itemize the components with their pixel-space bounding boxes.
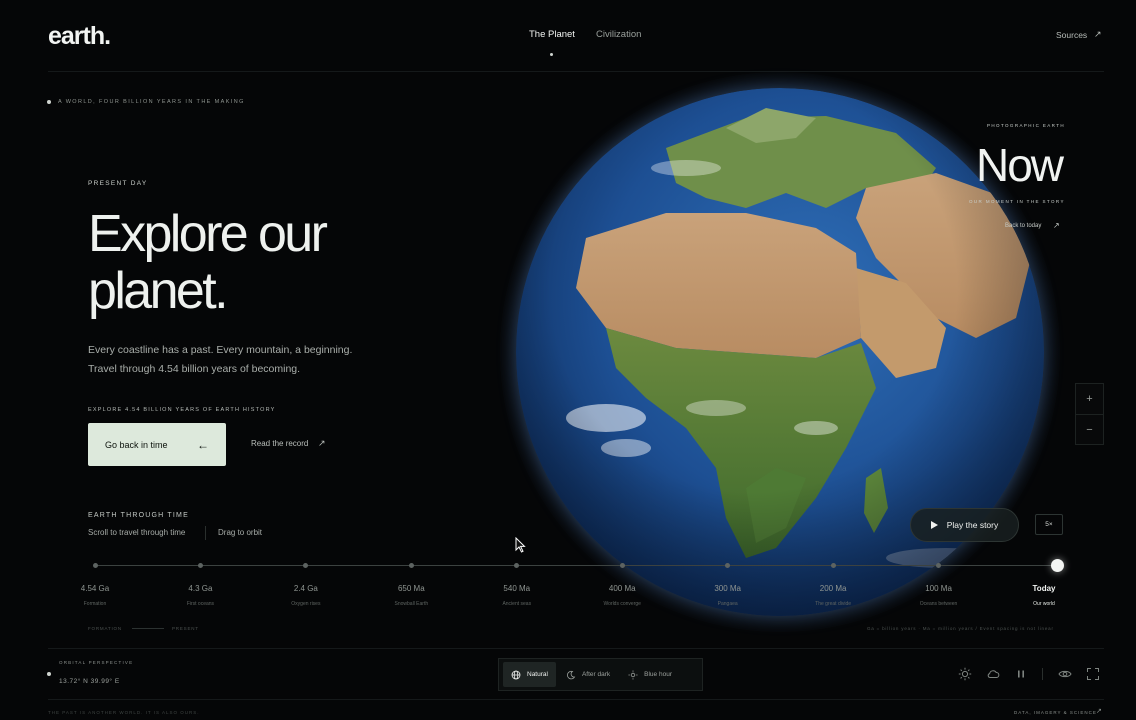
timeline-stop-label[interactable]: 300 Ma [683,584,773,593]
timeline-title: EARTH THROUGH TIME [88,512,189,519]
timeline-handle[interactable] [1050,559,1064,572]
orbital-bullet [47,672,51,676]
scroll-hint: Scroll to travel through time [88,528,186,537]
timeline-stop-label[interactable]: 540 Ma [472,584,562,593]
timeline-stop-label[interactable]: 2.4 Ga [261,584,351,593]
cloud-icon[interactable] [986,667,1000,681]
arrow-left-icon: ← [197,437,209,452]
go-back-label: Go back in time [105,439,168,450]
go-back-in-time-button[interactable]: Go back in time ← [88,423,226,466]
timeline-stop-caption: First oceans [186,601,215,607]
external-arrow-icon[interactable]: ↗ [318,438,326,449]
timeline-stop-dot[interactable] [830,563,836,568]
timeline-stop-caption: Worlds converge [603,601,641,607]
header-divider [48,71,1104,72]
controls-divider [1042,668,1043,680]
sun-dim-icon [628,670,638,679]
timeline-start-label: FORMATION [88,626,122,631]
sources-link[interactable]: Sources [1056,30,1087,40]
globe-icon [511,670,521,679]
orbital-perspective-label: ORBITAL PERSPECTIVE [59,660,134,665]
timeline-stop-caption: Formation [83,601,107,607]
external-arrow-icon[interactable]: ↗ [1096,707,1102,715]
timeline-mini-line [132,628,164,629]
page-title: Explore our planet. [88,206,418,320]
fullscreen-icon[interactable] [1086,667,1100,681]
drag-hint: Drag to orbit [218,528,263,537]
timeline-stop-dot[interactable] [408,563,414,568]
headline-line-2: planet. [88,262,229,320]
mode-blue-hour-label: Blue hour [644,671,672,678]
mode-after-dark-label: After dark [581,671,611,678]
nav-active-indicator [550,53,553,56]
timeline-stop-label[interactable]: 650 Ma [366,584,456,593]
timeline-end-label: PRESENT [172,626,199,631]
timeline-stop-label[interactable]: 4.54 Ga [50,584,140,593]
zoom-controls: + − [1075,383,1104,445]
mouse-cursor-icon [515,537,526,553]
view-mode-switcher: Natural After dark Blue hour [498,658,703,691]
hint-divider [205,526,206,540]
eyebrow-present-day: PRESENT DAY [88,180,148,187]
timeline-stop-label[interactable]: 4.3 Ga [155,584,245,593]
timeline-stop-label[interactable]: 200 Ma [788,584,878,593]
timeline-stop-caption: Snowball Earth [394,601,429,607]
eye-icon[interactable] [1058,667,1072,681]
timeline-stop-dot[interactable] [303,563,309,568]
nav-the-planet[interactable]: The Planet [529,29,575,40]
external-arrow-icon[interactable]: ↗ [1053,221,1060,230]
description-line-2: Travel through 4.54 billion years of bec… [88,363,301,375]
timeline-stop-label[interactable]: Today [999,584,1089,593]
play-the-story-button[interactable]: Play the story [910,508,1019,542]
mode-after-dark[interactable]: After dark [558,662,618,687]
play-label: Play the story [946,520,999,530]
nav-civilization[interactable]: Civilization [596,29,641,40]
timeline-stop-caption: The great divide [815,601,852,607]
hero-description: Every coastline has a past. Every mounta… [88,341,388,379]
description-line-1: Every coastline has a past. Every mounta… [88,344,353,356]
timeline-track[interactable] [95,565,1057,566]
back-to-today-link[interactable]: Back to today [1005,223,1041,229]
explore-label: EXPLORE 4.54 BILLION YEARS OF EARTH HIST… [88,407,276,413]
timeline-legend-note: Ga = billion years · Ma = million years … [867,626,1054,631]
timeline-stop-dot[interactable] [514,563,520,568]
timeline-stop-label[interactable]: 100 Ma [894,584,984,593]
footer-divider [48,699,1104,700]
sun-icon[interactable] [958,667,972,681]
era-title: Now [976,139,1064,191]
bottom-divider [48,648,1104,649]
timeline-stop-caption: Ancient seas [502,601,532,607]
mode-blue-hour[interactable]: Blue hour [620,662,680,687]
zoom-in-button[interactable]: + [1076,384,1103,414]
moment-label: OUR MOMENT IN THE STORY [969,199,1065,204]
moon-icon [567,670,576,679]
tagline-bullet [47,100,51,104]
timeline-stop-caption: Oceans between [919,601,958,607]
photographic-earth-label: PHOTOGRAPHIC EARTH [987,123,1066,128]
mode-natural[interactable]: Natural [503,662,556,687]
mode-natural-label: Natural [527,671,548,678]
timeline-stop-caption: Pangaea [717,601,738,607]
headline-line-1: Explore our [88,205,328,263]
external-arrow-icon[interactable]: ↗ [1094,29,1102,40]
footer-motto: THE PAST IS ANOTHER WORLD. IT IS ALSO OU… [48,710,200,715]
timeline-stop-label[interactable]: 400 Ma [577,584,667,593]
timeline-stop-dot[interactable] [92,563,98,568]
coordinates-readout: 13.72° N 39.99° E [59,678,120,685]
pause-icon[interactable] [1014,667,1028,681]
data-imagery-science-link[interactable]: DATA, IMAGERY & SCIENCE [1014,710,1097,715]
logo[interactable]: earth. [48,22,111,51]
read-the-record-link[interactable]: Read the record [251,439,308,448]
play-icon [930,521,938,529]
timeline-stop-caption: Our world [1033,601,1055,607]
timeline-stop-caption: Oxygen rises [291,601,321,607]
timeline-stop-dot[interactable] [619,563,625,568]
zoom-out-button[interactable]: − [1076,415,1103,445]
speed-button[interactable]: 5× [1035,514,1063,535]
tagline: A WORLD, FOUR BILLION YEARS IN THE MAKIN… [58,99,245,105]
timeline-stop-dot[interactable] [197,563,203,568]
